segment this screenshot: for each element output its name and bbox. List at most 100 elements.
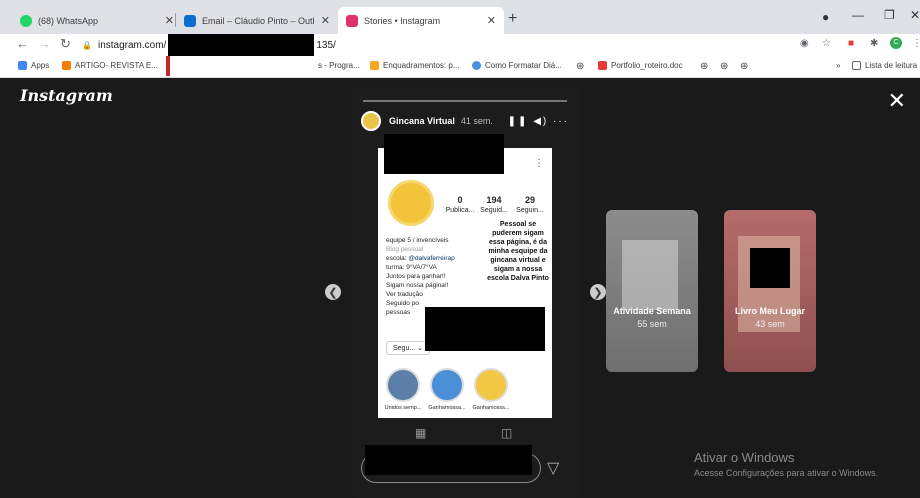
- story-time: 43 sem: [755, 319, 785, 329]
- kebab-menu-icon[interactable]: ⋮: [912, 38, 920, 49]
- tagged-icon: ◫: [501, 426, 513, 440]
- avatar[interactable]: C: [890, 37, 902, 49]
- puzzle-icon[interactable]: ✱: [870, 38, 878, 49]
- star-icon[interactable]: ☆: [822, 38, 831, 49]
- bookmark-label: ARTIGO- REVISTA E...: [75, 61, 158, 70]
- address-host: instagram.com/: [97, 39, 167, 51]
- send-icon[interactable]: ▽: [547, 458, 559, 478]
- stat-following: 29 Seguin...: [516, 195, 544, 214]
- story-timestamp: 41 sem.: [460, 116, 493, 126]
- bookmark-label: Lista de leitura: [865, 61, 918, 70]
- browser-toolbar: ← → ↻ 🔒 instagram.com/ 135/ ◉ ☆ ■ ✱ C ⋮: [0, 34, 920, 60]
- bookmark-artigo[interactable]: ARTIGO- REVISTA E...: [62, 61, 158, 70]
- highlight-label: Unidos semp...: [384, 405, 422, 411]
- reading-list-icon: [852, 61, 861, 70]
- instagram-logo[interactable]: Instagram: [20, 86, 113, 105]
- follow-button: Segu... ⌄: [386, 341, 430, 355]
- close-window-icon[interactable]: ✕: [910, 8, 920, 22]
- bookmark-portfolio[interactable]: Portfolio_roteiro.doc: [598, 61, 683, 70]
- bookmark-enquadramentos[interactable]: Enquadramentos: p...: [370, 61, 460, 70]
- whatsapp-icon: [20, 14, 32, 27]
- close-tab-icon[interactable]: ✕: [165, 14, 174, 27]
- globe-icon[interactable]: ⊛: [720, 61, 728, 72]
- outlook-icon: [184, 14, 196, 27]
- tab-instagram-stories[interactable]: Stories • Instagram ✕: [338, 7, 504, 34]
- watermark-subtitle: Acesse Configurações para ativar o Windo…: [694, 468, 879, 478]
- obscured-bookmarks: [158, 56, 316, 76]
- eye-off-icon[interactable]: ◉: [800, 38, 809, 49]
- watermark-title: Ativar o Windows: [694, 450, 795, 465]
- highlight-circle: [474, 368, 508, 402]
- more-bookmarks-icon[interactable]: »: [836, 61, 840, 70]
- tab-outlook[interactable]: Email – Cláudio Pinto – Outlook ✕: [176, 7, 338, 34]
- lock-icon: 🔒: [82, 40, 92, 50]
- redaction-box: [384, 134, 504, 174]
- apps-grid-icon: [18, 61, 27, 70]
- tab-title: Stories • Instagram: [364, 15, 441, 26]
- globe-icon[interactable]: ⊛: [700, 61, 708, 72]
- close-tab-icon[interactable]: ✕: [321, 14, 330, 27]
- tab-title: (68) WhatsApp: [38, 15, 99, 26]
- bookmark-icon: [62, 61, 71, 70]
- story-time: 55 sem: [637, 319, 667, 329]
- globe-icon[interactable]: ⊛: [740, 61, 748, 72]
- next-story-preview[interactable]: Atividade Semana 55 sem: [606, 210, 698, 372]
- bookmarks-bar: Apps ARTIGO- REVISTA E... s - Progra... …: [0, 56, 920, 78]
- story-thumbnail: [622, 240, 678, 310]
- bookmark-formatar[interactable]: Como Formatar Diá...: [472, 61, 562, 70]
- instagram-icon: [346, 14, 358, 27]
- highlight-circle: [430, 368, 464, 402]
- story-title: Livro Meu Lugar: [734, 306, 805, 316]
- new-tab-icon[interactable]: +: [508, 10, 517, 28]
- minimize-icon[interactable]: —: [852, 8, 864, 22]
- forward-icon[interactable]: →: [38, 36, 51, 51]
- story-title: Atividade Semana: [613, 306, 691, 316]
- close-icon[interactable]: ✕: [888, 90, 906, 112]
- grid-icon: ▦: [415, 426, 427, 440]
- highlight-label: Ganhamosss...: [472, 405, 510, 411]
- stat-posts: 0 Publica...: [445, 195, 475, 214]
- bookmark-reading-list[interactable]: Lista de leitura: [852, 61, 917, 70]
- redaction-box: [425, 307, 545, 351]
- close-tab-icon[interactable]: ✕: [487, 14, 496, 27]
- bookmark-label: Como Formatar Diá...: [485, 61, 562, 70]
- redaction-box: [365, 445, 532, 475]
- bookmark-apps[interactable]: Apps: [18, 61, 49, 70]
- highlight-label: Ganhamossa...: [428, 405, 466, 411]
- story-header: Gincana Virtual 41 sem. ❚❚ ◀) ···: [361, 110, 569, 132]
- more-options-icon: ⋮: [534, 158, 544, 169]
- address-path-end: 135/: [316, 39, 336, 51]
- highlight-circle: [386, 368, 420, 402]
- back-icon[interactable]: ←: [16, 36, 29, 51]
- pause-mute-more-icon[interactable]: ❚❚ ◀) ···: [508, 116, 569, 127]
- stat-followers: 194 Seguid...: [480, 195, 508, 214]
- tab-strip: (68) WhatsApp ✕ Email – Cláudio Pinto – …: [0, 0, 920, 34]
- profile-bio: equipe 5 / invencíveis Blog pessoal esco…: [386, 237, 455, 316]
- tab-title: Email – Cláudio Pinto – Outlook: [202, 15, 315, 26]
- restore-icon[interactable]: ❐: [884, 8, 895, 22]
- story-progress-bar: [363, 100, 567, 102]
- globe-icon[interactable]: ⊛: [576, 61, 584, 72]
- story-caption: Pessoal se puderem sigam essa página, é …: [487, 221, 549, 282]
- next-story-preview[interactable]: Livro Meu Lugar 43 sem: [724, 210, 816, 372]
- avatar[interactable]: [361, 111, 381, 131]
- bookmark-label: s - Progra...: [318, 61, 360, 70]
- profile-picture: [388, 180, 434, 226]
- bookmark-icon: [472, 61, 481, 70]
- windows-activation-watermark: Ativar o Windows Acesse Configurações pa…: [694, 450, 878, 478]
- profile-menu-icon[interactable]: ●: [822, 10, 829, 24]
- redaction-box: [750, 248, 790, 288]
- bookmark-icon: [370, 61, 379, 70]
- bookmark-progra[interactable]: s - Progra...: [318, 61, 360, 70]
- next-story-icon[interactable]: ❯: [590, 284, 606, 300]
- bookmark-icon: [598, 61, 607, 70]
- stories-viewer: Instagram ✕ ❮ ❯ Gincana Virtual 41 sem. …: [0, 78, 920, 498]
- bookmark-label: Enquadramentos: p...: [383, 61, 460, 70]
- extension-icon[interactable]: ■: [848, 38, 854, 49]
- story-account-name[interactable]: Gincana Virtual: [389, 116, 455, 126]
- bookmark-label: Apps: [31, 61, 50, 70]
- previous-story-icon[interactable]: ❮: [325, 284, 341, 300]
- reload-icon[interactable]: ↻: [60, 36, 71, 52]
- profile-screenshot: ⋮ 0 Publica... 194 Seguid... 29 Seguin... e…: [378, 148, 552, 418]
- tab-whatsapp[interactable]: (68) WhatsApp ✕: [12, 7, 182, 34]
